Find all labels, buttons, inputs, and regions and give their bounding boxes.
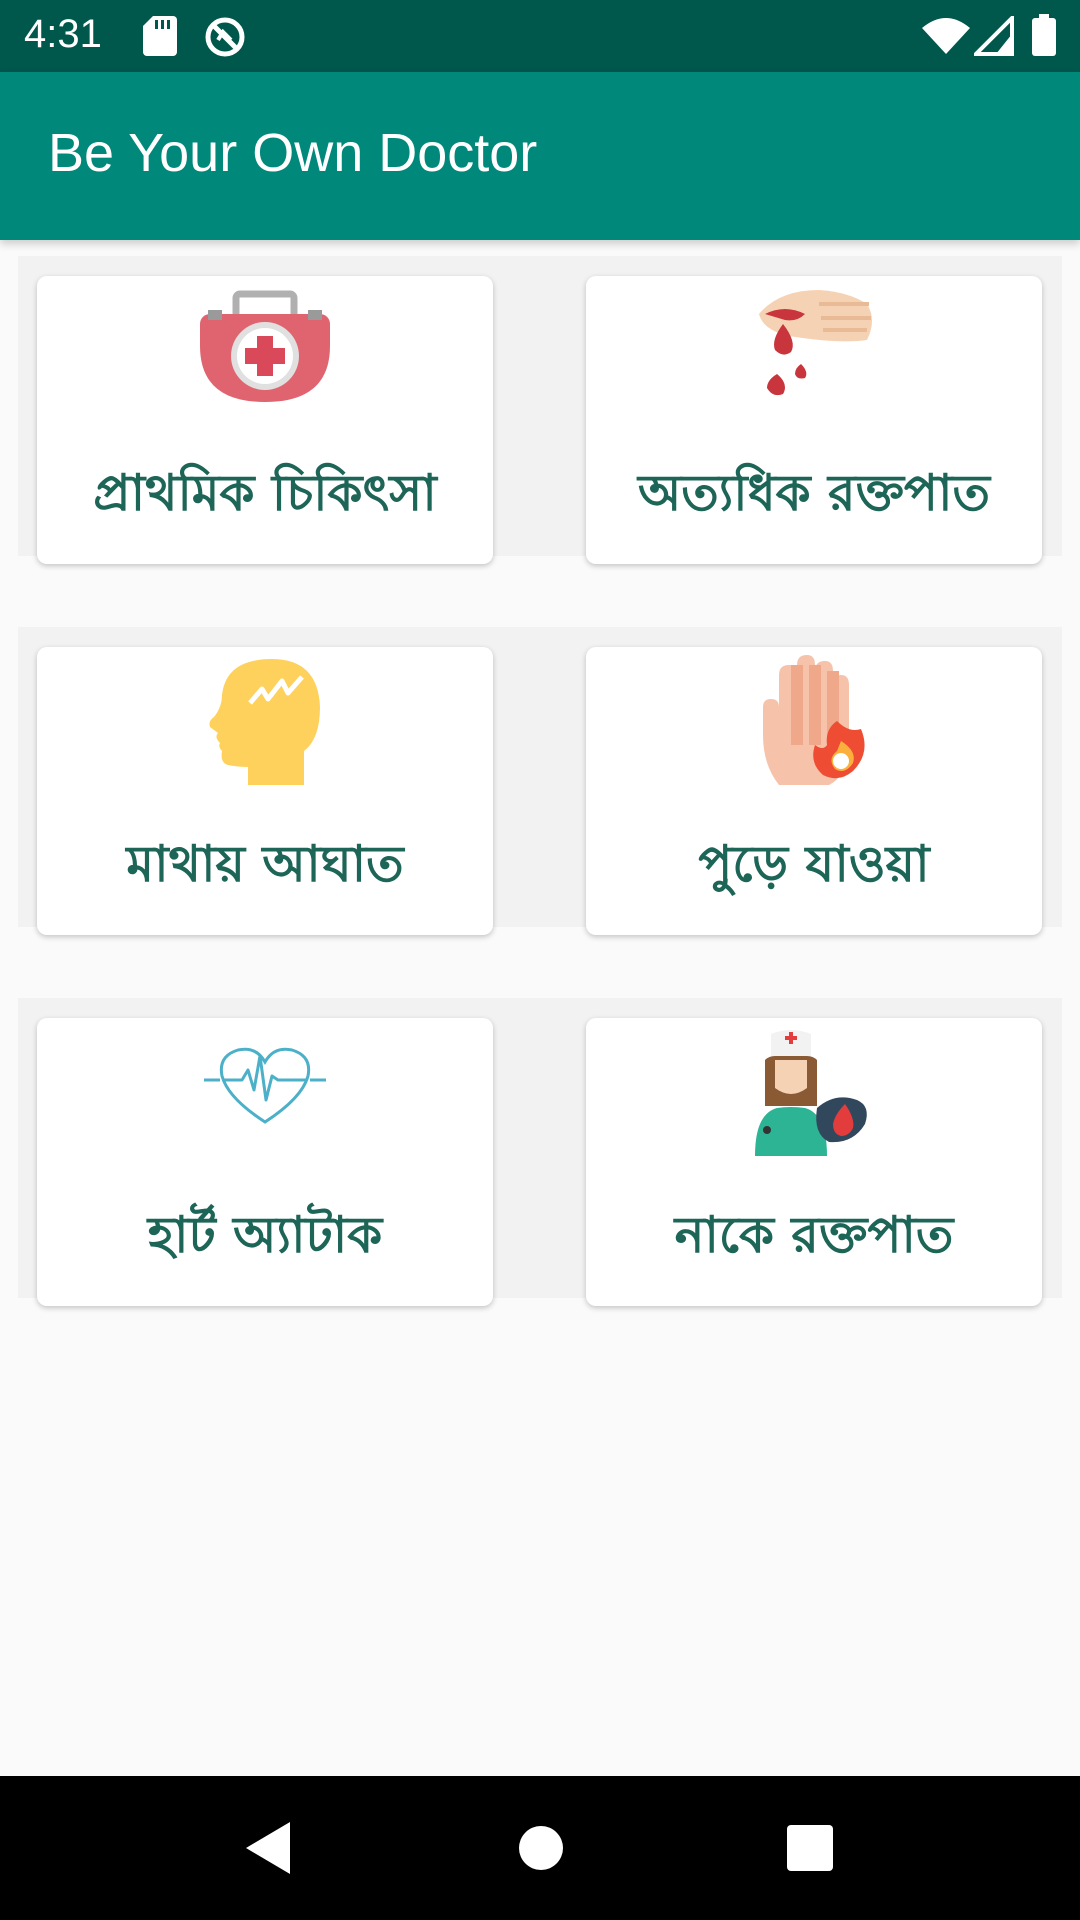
bleeding-hand-icon [759, 290, 872, 396]
card-excessive-bleeding[interactable]: অত্যধিক রক্তপাত [586, 276, 1042, 564]
card-label: প্রাথমিক চিকিৎসা [93, 464, 437, 522]
app-title: Be Your Own Doctor [48, 123, 538, 183]
recents-icon[interactable] [787, 1825, 833, 1871]
first-aid-kit-icon [200, 290, 330, 402]
navigation-bar [0, 1776, 1080, 1920]
status-bar: 4:31 [0, 0, 1080, 72]
nurse-blood-icon [755, 1030, 867, 1156]
sd-card-icon [143, 16, 177, 56]
do-not-disturb-icon [205, 17, 245, 57]
signal-icon [974, 16, 1014, 56]
card-head-injury[interactable]: মাথায় আঘাত [37, 647, 493, 935]
burned-hand-icon [763, 655, 865, 785]
back-icon[interactable] [242, 1820, 294, 1876]
battery-icon [1032, 14, 1056, 56]
card-burns[interactable]: পুড়ে যাওয়া [586, 647, 1042, 935]
head-injury-icon [209, 659, 320, 785]
card-label: নাকে রক্তপাত [674, 1206, 954, 1264]
wifi-icon [922, 18, 970, 54]
card-label: অত্যধিক রক্তপাত [637, 464, 991, 522]
app-bar: Be Your Own Doctor [0, 72, 1080, 240]
card-heart-attack[interactable]: হার্ট অ্যাটাক [37, 1018, 493, 1306]
card-label: পুড়ে যাওয়া [698, 835, 930, 893]
home-icon[interactable] [519, 1826, 563, 1870]
heart-pulse-icon [204, 1047, 326, 1124]
card-first-aid[interactable]: প্রাথমিক চিকিৎসা [37, 276, 493, 564]
card-nose-bleeding[interactable]: নাকে রক্তপাত [586, 1018, 1042, 1306]
card-label: মাথায় আঘাত [126, 835, 404, 893]
status-time: 4:31 [24, 12, 102, 56]
card-label: হার্ট অ্যাটাক [147, 1206, 383, 1264]
